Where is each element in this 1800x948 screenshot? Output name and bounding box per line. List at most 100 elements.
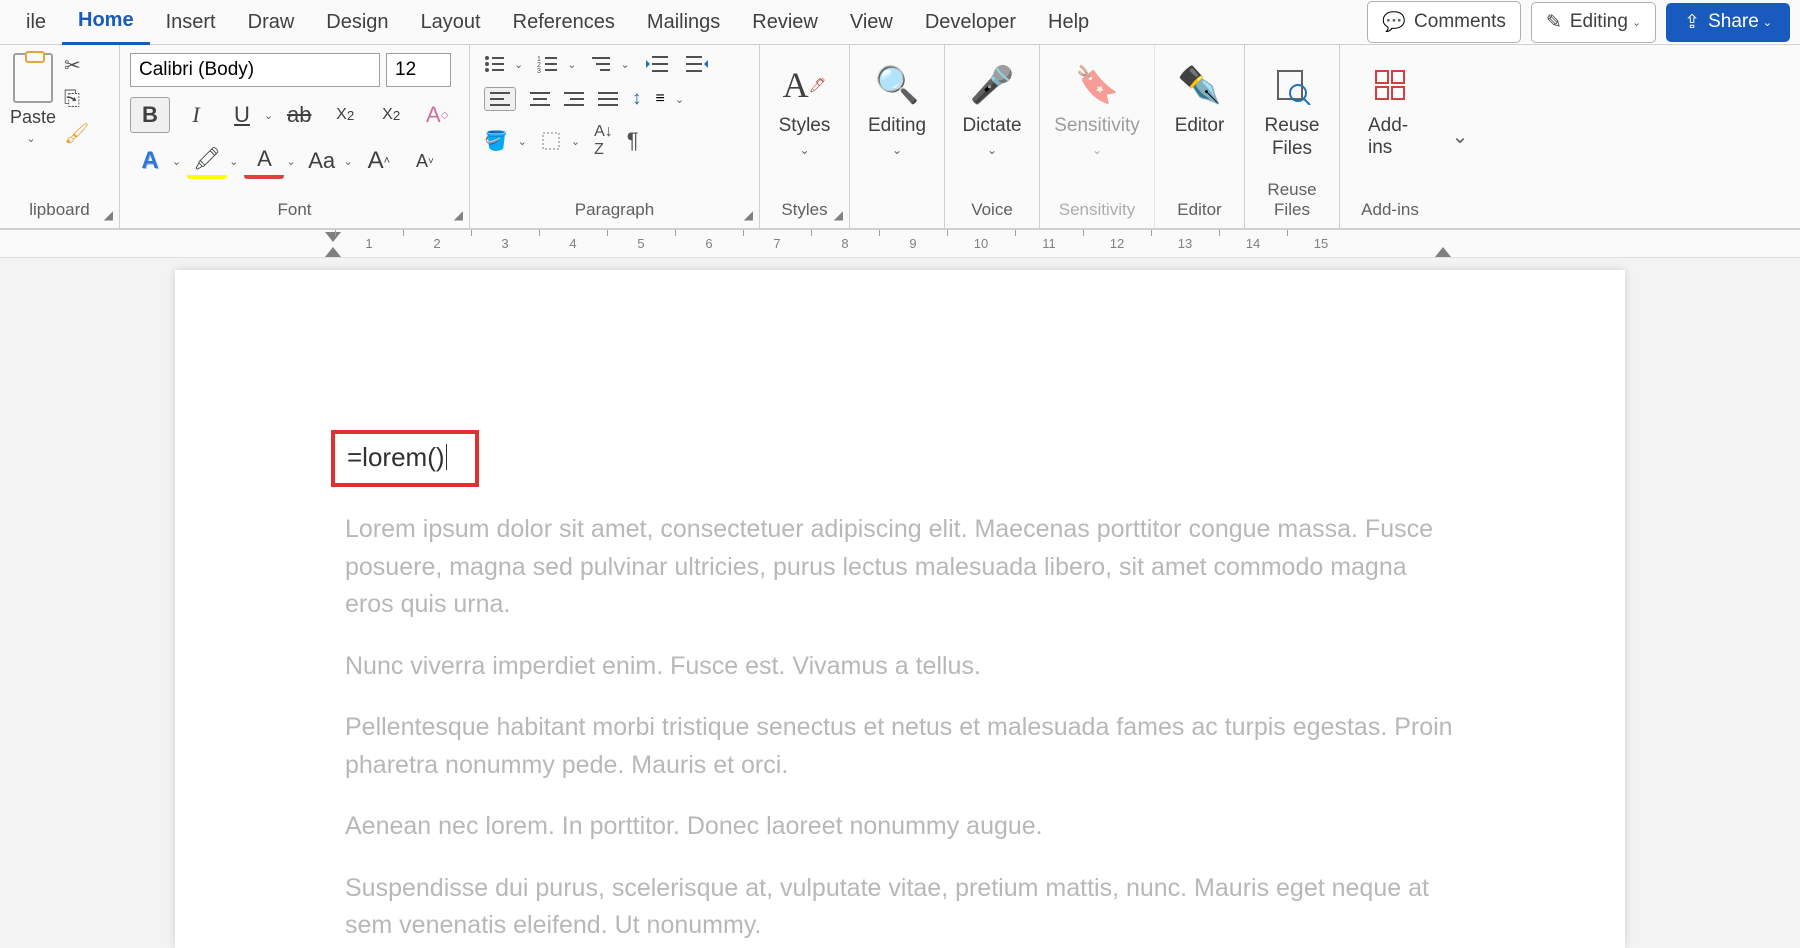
change-case-button[interactable]: Aa: [302, 143, 342, 179]
comment-icon: 💬: [1382, 10, 1406, 34]
svg-text:3: 3: [537, 68, 541, 73]
tab-review[interactable]: Review: [736, 1, 834, 44]
tab-draw[interactable]: Draw: [232, 1, 311, 44]
group-label-reuse: Reuse Files: [1255, 176, 1329, 224]
multilevel-list-button[interactable]: [590, 55, 610, 73]
editing-label: Editing: [868, 115, 926, 137]
group-label-editor: Editor: [1165, 196, 1234, 224]
format-painter-icon[interactable]: 🖌: [64, 121, 89, 146]
editor-button[interactable]: ✒️ Editor: [1165, 53, 1234, 145]
chevron-down-icon[interactable]: ⌄: [264, 109, 273, 122]
search-icon: 🔍: [875, 61, 920, 109]
font-size-select[interactable]: [386, 53, 451, 87]
chevron-down-icon[interactable]: ⌄: [344, 155, 353, 168]
grow-font-button[interactable]: A˄: [359, 143, 399, 179]
page[interactable]: =lorem() Lorem ipsum dolor sit amet, con…: [175, 270, 1625, 948]
group-label-sensitivity: Sensitivity: [1050, 196, 1144, 224]
align-left-button[interactable]: [484, 87, 516, 111]
tab-insert[interactable]: Insert: [150, 1, 232, 44]
chevron-down-icon[interactable]: ⌄: [518, 135, 527, 148]
tab-file[interactable]: ile: [10, 1, 62, 44]
underline-button[interactable]: U: [222, 97, 262, 133]
cut-icon[interactable]: ✂: [64, 53, 89, 78]
dialog-launcher-icon[interactable]: ◢: [454, 208, 463, 222]
group-label-editing: [860, 196, 934, 224]
clear-format-button[interactable]: A◇: [417, 97, 457, 133]
highlight-button[interactable]: 🖍: [187, 143, 227, 179]
chevron-down-icon[interactable]: ⌄: [620, 58, 629, 71]
align-center-button[interactable]: [530, 91, 550, 107]
tab-home[interactable]: Home: [62, 0, 150, 45]
right-indent-marker[interactable]: [1435, 247, 1451, 257]
comments-button[interactable]: 💬 Comments: [1367, 1, 1521, 43]
ruler[interactable]: 123456789101112131415: [0, 230, 1800, 258]
paste-button[interactable]: Paste: [10, 107, 56, 128]
subscript-button[interactable]: X2: [325, 97, 365, 133]
sensitivity-button: 🔖 Sensitivity ⌄: [1050, 53, 1144, 165]
dialog-launcher-icon[interactable]: ◢: [744, 208, 753, 222]
strikethrough-button[interactable]: ab: [279, 97, 319, 133]
addins-label: Add-ins: [1368, 115, 1412, 159]
editor-icon: ✒️: [1177, 61, 1222, 109]
font-color-button[interactable]: A: [244, 143, 284, 179]
chevron-down-icon[interactable]: ⌄: [675, 93, 684, 106]
editing-button[interactable]: 🔍 Editing ⌄: [860, 53, 934, 165]
dialog-launcher-icon[interactable]: ◢: [104, 208, 113, 222]
numbering-button[interactable]: 123: [537, 55, 557, 73]
tab-view[interactable]: View: [834, 1, 909, 44]
group-label-paragraph: Paragraph: [480, 196, 749, 224]
increase-indent-button[interactable]: [684, 53, 710, 75]
paragraph-5: Suspendisse dui purus, scelerisque at, v…: [345, 870, 1455, 945]
group-clipboard: Paste ⌄ ✂ ⎘ 🖌 lipboard ◢: [0, 45, 120, 228]
pencil-icon: ✎: [1546, 11, 1562, 34]
chevron-down-icon[interactable]: ⌄: [571, 135, 580, 148]
justify-button[interactable]: [598, 91, 618, 107]
styles-button[interactable]: A🖊 Styles ⌄: [770, 53, 839, 165]
group-voice: 🎤 Dictate ⌄ Voice: [945, 45, 1040, 228]
chevron-down-icon[interactable]: ⌄: [229, 155, 238, 168]
chevron-down-icon: ⌄: [987, 143, 997, 157]
tab-mailings[interactable]: Mailings: [631, 1, 736, 44]
tab-design[interactable]: Design: [310, 1, 404, 44]
formula-text[interactable]: =lorem(): [347, 442, 445, 472]
group-editor: ✒️ Editor Editor: [1155, 45, 1245, 228]
sensitivity-icon: 🔖: [1075, 61, 1120, 109]
sort-button[interactable]: A↓Z: [594, 123, 613, 159]
share-button[interactable]: ⇪ Share ⌄: [1666, 3, 1790, 42]
font-name-select[interactable]: [130, 53, 380, 87]
chevron-down-icon[interactable]: ⌄: [286, 155, 295, 168]
tab-help[interactable]: Help: [1032, 1, 1105, 44]
italic-button[interactable]: I: [176, 97, 216, 133]
chevron-down-icon[interactable]: ⌄: [567, 58, 576, 71]
shading-button[interactable]: 🪣: [484, 129, 508, 153]
tab-references[interactable]: References: [497, 1, 631, 44]
bold-button[interactable]: B: [130, 97, 170, 133]
superscript-button[interactable]: X2: [371, 97, 411, 133]
text-effects-button[interactable]: A: [130, 143, 170, 179]
group-editing: 🔍 Editing ⌄: [850, 45, 945, 228]
styles-label: Styles: [779, 115, 831, 137]
show-marks-button[interactable]: ¶: [627, 128, 639, 154]
line-spacing-button[interactable]: ↕: [632, 88, 642, 110]
dictate-button[interactable]: 🎤 Dictate ⌄: [955, 53, 1029, 165]
group-styles: A🖊 Styles ⌄ Styles ◢: [760, 45, 850, 228]
chevron-down-icon: ⌄: [1632, 16, 1641, 29]
chevron-down-icon[interactable]: ⌄: [26, 132, 35, 145]
borders-button[interactable]: [541, 131, 561, 151]
chevron-down-icon[interactable]: ⌄: [514, 58, 523, 71]
bullets-button[interactable]: [484, 55, 504, 73]
reuse-files-icon: [1272, 61, 1312, 109]
reuse-files-button[interactable]: Reuse Files: [1255, 53, 1329, 169]
decrease-indent-button[interactable]: [644, 53, 670, 75]
addins-button[interactable]: Add-ins: [1350, 53, 1430, 167]
copy-icon[interactable]: ⎘: [64, 88, 89, 111]
collapse-ribbon-button[interactable]: ⌄: [1440, 45, 1480, 228]
dictate-label: Dictate: [962, 115, 1021, 137]
align-right-button[interactable]: [564, 91, 584, 107]
editing-mode-button[interactable]: ✎ Editing ⌄: [1531, 2, 1656, 43]
chevron-down-icon[interactable]: ⌄: [172, 155, 181, 168]
dialog-launcher-icon[interactable]: ◢: [834, 208, 843, 222]
tab-layout[interactable]: Layout: [405, 1, 497, 44]
shrink-font-button[interactable]: A˅: [405, 143, 445, 179]
tab-developer[interactable]: Developer: [909, 1, 1032, 44]
